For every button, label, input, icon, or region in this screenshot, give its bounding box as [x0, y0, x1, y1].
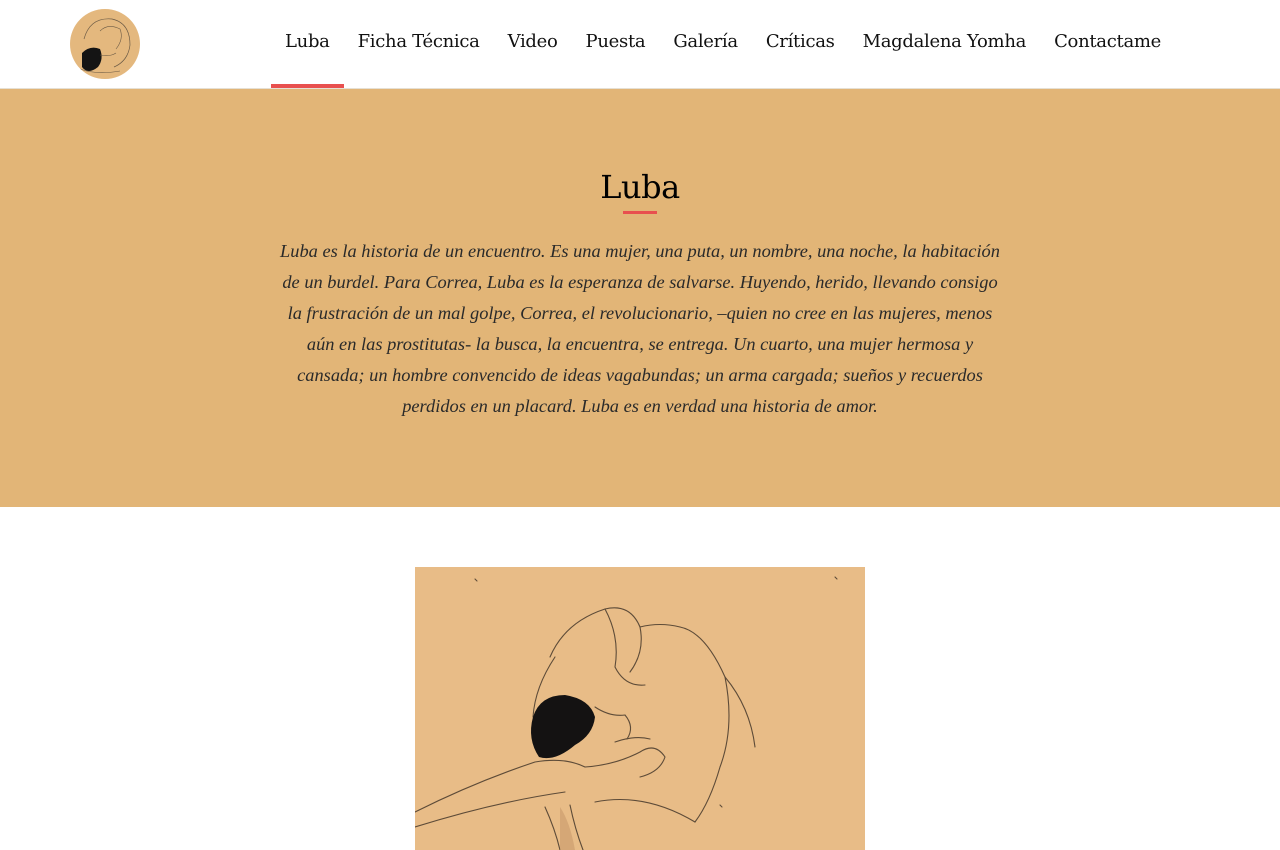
site-header: Luba Ficha Técnica Video Puesta Galería … [0, 0, 1280, 89]
main-nav: Luba Ficha Técnica Video Puesta Galería … [271, 0, 1175, 88]
logo[interactable] [70, 9, 140, 79]
synopsis-text: Luba es la historia de un encuentro. Es … [280, 241, 1000, 416]
nav-item-puesta[interactable]: Puesta [572, 0, 660, 88]
artwork-image [415, 567, 865, 850]
nav-item-criticas[interactable]: Críticas [752, 0, 849, 88]
embrace-drawing-icon [415, 576, 838, 850]
main-content [0, 507, 1280, 850]
title-underline [623, 211, 657, 214]
nav-item-luba[interactable]: Luba [271, 0, 344, 88]
nav-item-ficha-tecnica[interactable]: Ficha Técnica [344, 0, 494, 88]
nav-item-video[interactable]: Video [494, 0, 572, 88]
nav-item-galeria[interactable]: Galería [659, 0, 752, 88]
page-title: Luba [600, 168, 680, 206]
nav-item-contactame[interactable]: Contactame [1040, 0, 1175, 88]
nav-item-magdalena-yomha[interactable]: Magdalena Yomha [849, 0, 1040, 88]
hero-section: Luba Luba es la historia de un encuentro… [0, 89, 1280, 507]
embrace-drawing-icon [79, 18, 131, 73]
